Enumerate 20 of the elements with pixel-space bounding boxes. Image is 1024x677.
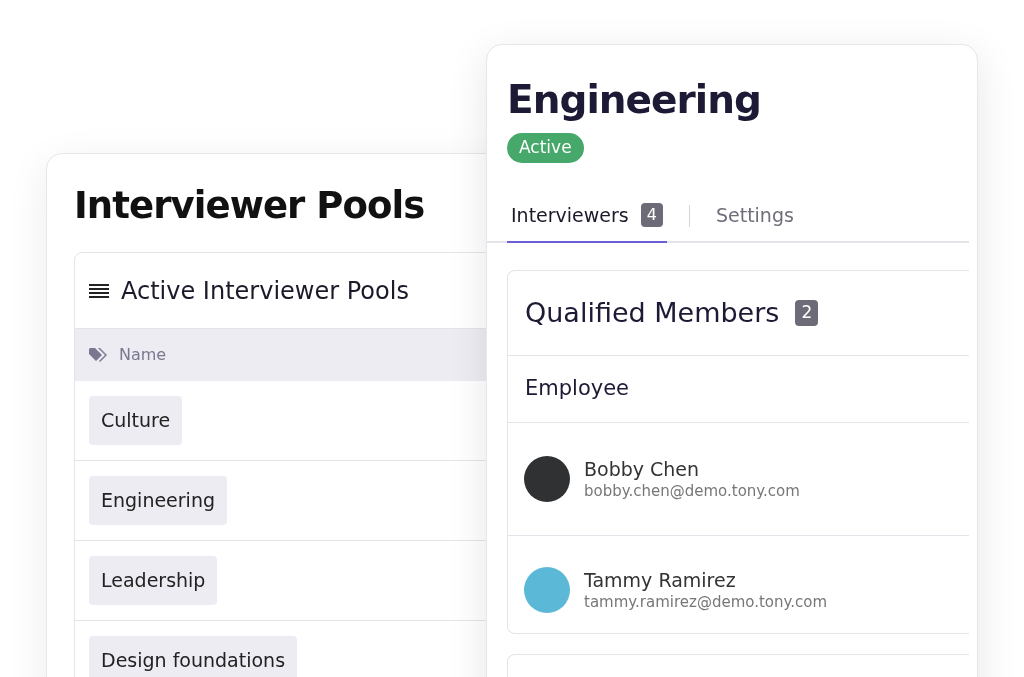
member-email: bobby.chen@demo.tony.com: [584, 481, 800, 501]
member-name: Tammy Ramirez: [584, 567, 737, 592]
panel-title: Active Interviewer Pools: [121, 275, 409, 307]
status-badge: Active: [507, 133, 584, 163]
count-badge: 2: [795, 300, 819, 326]
member-email: tammy.ramirez@demo.tony.com: [584, 591, 828, 612]
pool-title: Engineering: [506, 76, 762, 124]
column-header: Name: [119, 344, 167, 366]
count-badge: 4: [640, 202, 663, 227]
tab[interactable]: Interviewers 4: [507, 200, 667, 243]
pool-tag[interactable]: Engineering: [89, 476, 227, 525]
tab[interactable]: Settings: [711, 200, 798, 243]
section-title: Qualified Members: [525, 295, 780, 330]
pool-tag[interactable]: Design foundations: [89, 636, 298, 677]
member-name: Bobby Chen: [584, 457, 701, 481]
pool-tag[interactable]: Culture: [89, 396, 183, 445]
pool-tag[interactable]: Leadership: [89, 556, 218, 605]
group-label: Employee: [525, 375, 629, 403]
tag-icon: [89, 348, 107, 362]
list-icon: [89, 282, 109, 299]
